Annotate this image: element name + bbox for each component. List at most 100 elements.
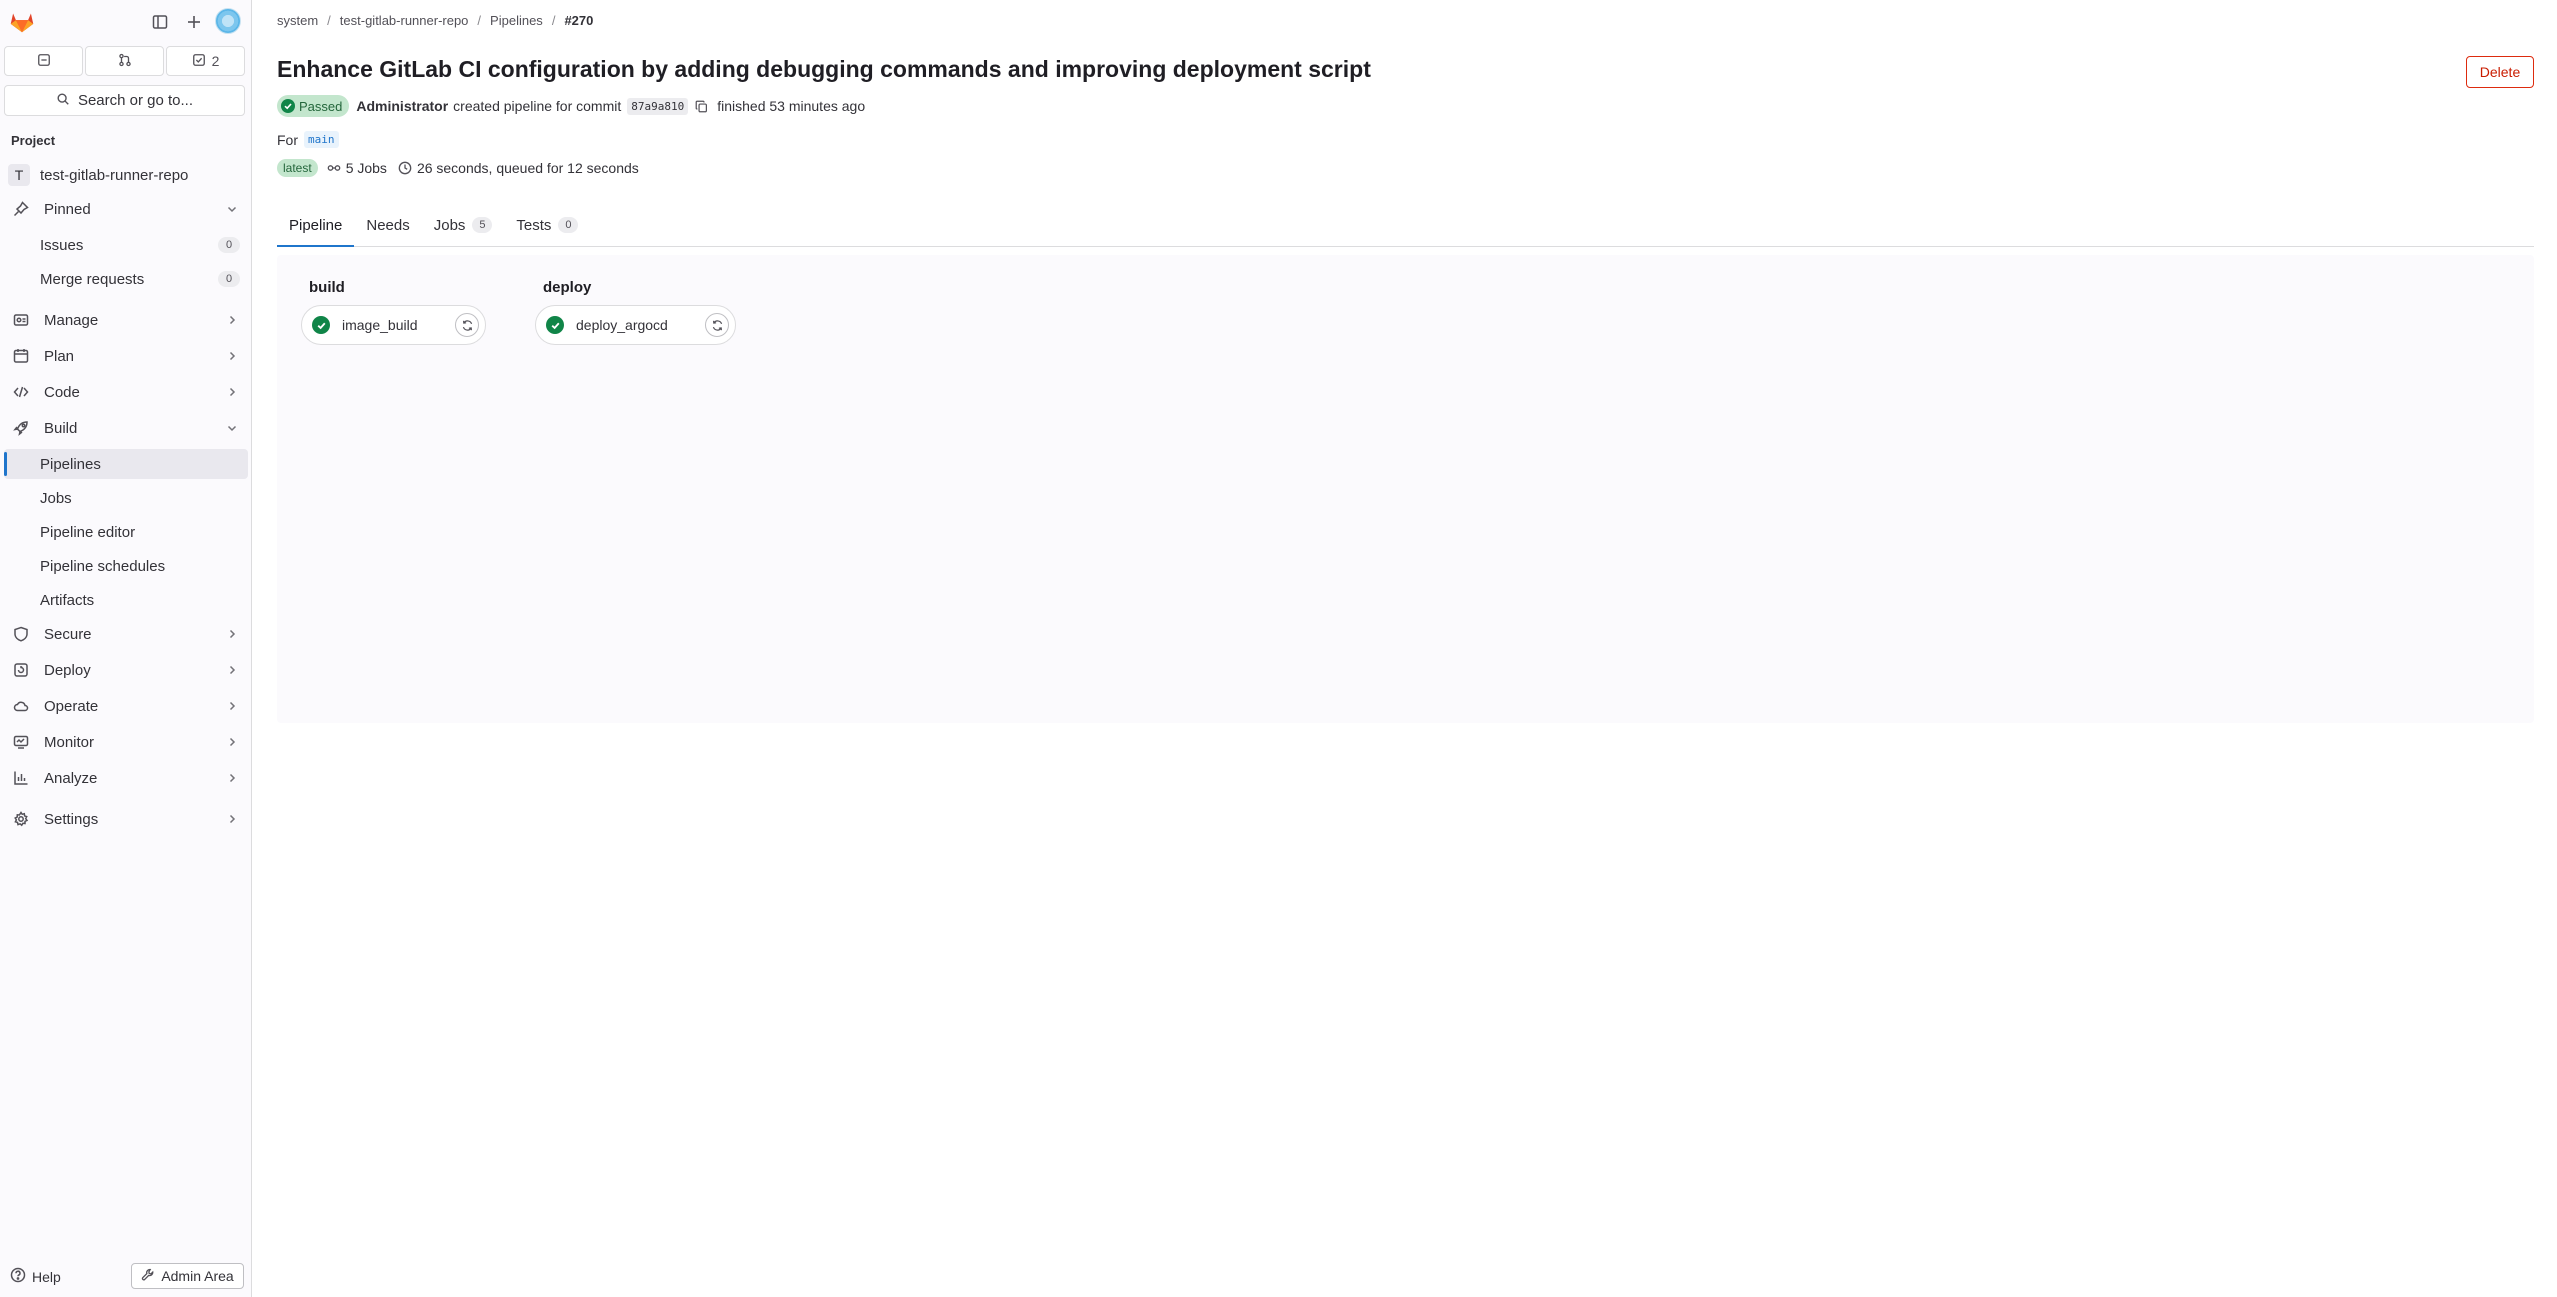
sidebar-item-jobs[interactable]: Jobs	[4, 483, 248, 513]
sidebar: 2 Search or go to... Project T test-gitl…	[0, 0, 252, 1297]
sidebar-item-plan[interactable]: Plan	[4, 341, 248, 371]
project-link[interactable]: T test-gitlab-runner-repo	[4, 162, 248, 188]
tab-jobs[interactable]: Jobs 5	[422, 204, 505, 246]
copy-icon[interactable]	[693, 98, 709, 114]
admin-area-label: Admin Area	[161, 1268, 234, 1284]
help-label: Help	[32, 1268, 61, 1285]
tab-tests[interactable]: Tests 0	[504, 204, 590, 246]
sidebar-item-label: Operate	[44, 697, 99, 715]
sidebar-item-label: Pipeline schedules	[40, 557, 166, 575]
manage-icon	[12, 311, 30, 329]
delete-button[interactable]: Delete	[2466, 56, 2534, 88]
job-card-image-build[interactable]: image_build	[301, 305, 486, 345]
job-card-deploy-argocd[interactable]: deploy_argocd	[535, 305, 736, 345]
sidebar-item-pipeline-editor[interactable]: Pipeline editor	[4, 517, 248, 547]
sidebar-item-deploy[interactable]: Deploy	[4, 655, 248, 685]
sidebar-item-artifacts[interactable]: Artifacts	[4, 585, 248, 615]
issues-count-badge: 0	[218, 237, 240, 253]
user-avatar[interactable]	[215, 8, 241, 34]
issues-icon	[37, 53, 51, 70]
sidebar-item-merge-requests[interactable]: Merge requests 0	[4, 264, 248, 294]
sidebar-item-settings[interactable]: Settings	[4, 804, 248, 834]
chevron-right-icon	[226, 812, 238, 824]
success-icon	[312, 316, 330, 334]
branch-link[interactable]: main	[304, 131, 339, 148]
breadcrumb-item-project[interactable]: test-gitlab-runner-repo	[340, 13, 469, 28]
author-link[interactable]: Administrator	[356, 98, 448, 114]
sidebar-item-label: Settings	[44, 810, 99, 828]
tab-needs[interactable]: Needs	[354, 204, 421, 246]
sidebar-item-build[interactable]: Build	[4, 413, 248, 443]
issues-counter-button[interactable]	[4, 46, 83, 76]
admin-area-button[interactable]: Admin Area	[131, 1263, 244, 1289]
tab-count-badge: 5	[472, 217, 493, 233]
sidebar-item-label: Jobs	[40, 489, 72, 507]
cloud-icon	[12, 697, 30, 715]
sidebar-toggle-icon[interactable]	[148, 10, 172, 34]
sidebar-item-label: Issues	[40, 236, 84, 254]
pipeline-graph: build image_build deploy deploy_argocd	[277, 255, 2534, 723]
main-content: system / test-gitlab-runner-repo / Pipel…	[253, 0, 2557, 1297]
help-button[interactable]: Help	[10, 1267, 61, 1286]
status-badge[interactable]: Passed	[277, 95, 350, 117]
chevron-right-icon	[226, 313, 238, 325]
pipeline-jobs-icon	[326, 160, 342, 176]
breadcrumb-separator: /	[477, 13, 482, 28]
merge-requests-counter-button[interactable]	[85, 46, 164, 76]
retry-icon[interactable]	[455, 313, 479, 337]
commit-sha-link[interactable]: 87a9a810	[627, 97, 689, 115]
clock-icon	[397, 160, 413, 176]
chevron-right-icon	[226, 699, 238, 711]
help-icon	[10, 1267, 26, 1286]
chevron-down-icon	[226, 202, 238, 214]
wrench-icon	[141, 1268, 155, 1285]
sidebar-item-pipelines[interactable]: Pipelines	[4, 449, 248, 479]
stage-title-deploy: deploy	[543, 279, 592, 296]
breadcrumb-separator: /	[551, 13, 556, 28]
job-name: image_build	[342, 317, 418, 333]
pin-icon	[12, 200, 30, 218]
page-title: Enhance GitLab CI configuration by addin…	[277, 56, 1371, 82]
gitlab-logo-icon[interactable]	[7, 6, 37, 36]
sidebar-item-monitor[interactable]: Monitor	[4, 727, 248, 757]
sidebar-item-label: Pinned	[44, 200, 91, 218]
sidebar-item-label: Deploy	[44, 661, 91, 679]
chevron-right-icon	[226, 385, 238, 397]
sidebar-item-manage[interactable]: Manage	[4, 305, 248, 335]
tab-count-badge: 0	[558, 217, 579, 233]
sidebar-item-label: Code	[44, 383, 80, 401]
tab-pipeline[interactable]: Pipeline	[277, 204, 355, 247]
shield-icon	[12, 625, 30, 643]
retry-icon[interactable]	[705, 313, 729, 337]
merge-request-icon	[118, 53, 132, 70]
todos-count: 2	[211, 53, 220, 69]
sidebar-item-code[interactable]: Code	[4, 377, 248, 407]
jobs-count-text: 5 Jobs	[345, 160, 387, 176]
sidebar-item-pipeline-schedules[interactable]: Pipeline schedules	[4, 551, 248, 581]
todos-counter-button[interactable]: 2	[166, 46, 245, 76]
finished-text: finished 53 minutes ago	[717, 98, 866, 114]
code-icon	[12, 383, 30, 401]
stage-title-build: build	[309, 279, 345, 296]
chevron-right-icon	[226, 771, 238, 783]
search-button[interactable]: Search or go to...	[4, 85, 245, 116]
breadcrumb-item-pipelines[interactable]: Pipelines	[490, 13, 543, 28]
pipeline-meta: Passed Administrator created pipeline fo…	[277, 95, 865, 117]
breadcrumb-item-system[interactable]: system	[277, 13, 318, 28]
sidebar-item-operate[interactable]: Operate	[4, 691, 248, 721]
sidebar-item-label: Secure	[44, 625, 92, 643]
pipeline-tabs: Pipeline Needs Jobs 5 Tests 0	[277, 205, 2534, 247]
breadcrumb-item-pipeline-id[interactable]: #270	[564, 13, 593, 28]
sidebar-item-issues[interactable]: Issues 0	[4, 230, 248, 260]
search-icon	[56, 92, 70, 110]
sidebar-item-secure[interactable]: Secure	[4, 619, 248, 649]
create-new-icon[interactable]	[182, 10, 206, 34]
search-label: Search or go to...	[77, 92, 194, 109]
chevron-right-icon	[226, 735, 238, 747]
ref-line: For main	[277, 131, 339, 148]
tab-label: Pipeline	[289, 216, 343, 234]
sidebar-item-analyze[interactable]: Analyze	[4, 763, 248, 793]
latest-badge: latest	[277, 159, 318, 177]
sidebar-item-label: Merge requests	[40, 270, 145, 288]
sidebar-item-pinned[interactable]: Pinned	[4, 194, 248, 224]
